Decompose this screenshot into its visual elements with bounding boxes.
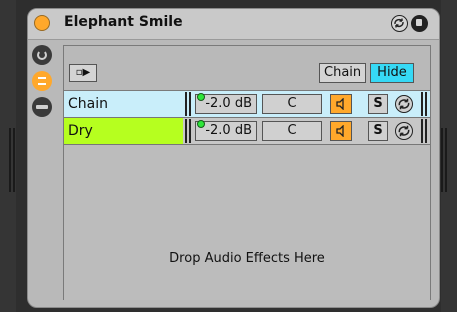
solo-button[interactable]: S [368,94,388,114]
level-meter [185,119,191,143]
speaker-icon[interactable] [330,94,352,114]
chain-pan[interactable]: C [262,94,322,114]
hotswap-icon[interactable] [395,95,413,113]
solo-button[interactable]: S [368,121,388,141]
hotswap-icon[interactable] [395,122,413,140]
power-icon[interactable] [34,15,50,31]
rack-title: Elephant Smile [64,14,183,30]
volume-indicator-icon [197,93,205,101]
hide-toggle[interactable]: Hide [370,63,414,83]
volume-indicator-icon [197,120,205,128]
left-track-strip [0,0,16,312]
devices-icon[interactable] [32,97,52,117]
right-track-strip [441,0,457,312]
right-drag-grip[interactable] [441,128,449,192]
rack-view-selectors [32,45,54,123]
audio-effect-rack: Elephant Smile ▫▶ Chain Hide Chain -2.0 … [27,8,440,308]
chain-name[interactable]: Dry [64,118,183,144]
level-meter [185,92,191,116]
left-drag-grip[interactable] [9,128,17,192]
chain-list-panel: ▫▶ Chain Hide Chain -2.0 dB C S Dry -2.0… [63,45,431,300]
save-preset-icon[interactable] [411,15,428,32]
chain-name[interactable]: Chain [64,91,183,117]
chain-row[interactable]: Dry -2.0 dB C S [64,118,430,145]
macro-knob-icon[interactable] [32,45,52,65]
chain-select-toggle[interactable]: Chain [319,63,367,83]
hotswap-icon[interactable] [391,15,408,32]
chain-drop-area[interactable]: Chain -2.0 dB C S Dry -2.0 dB C S Drop A… [64,90,430,300]
chain-list-icon[interactable] [32,71,52,91]
auto-select-button[interactable]: ▫▶ [69,64,97,82]
chain-row[interactable]: Chain -2.0 dB C S [64,91,430,118]
chain-pan[interactable]: C [262,121,322,141]
rack-title-bar[interactable]: Elephant Smile [28,9,439,40]
level-meter [421,92,427,116]
level-meter [421,119,427,143]
speaker-icon[interactable] [330,121,352,141]
drop-hint: Drop Audio Effects Here [169,251,325,266]
